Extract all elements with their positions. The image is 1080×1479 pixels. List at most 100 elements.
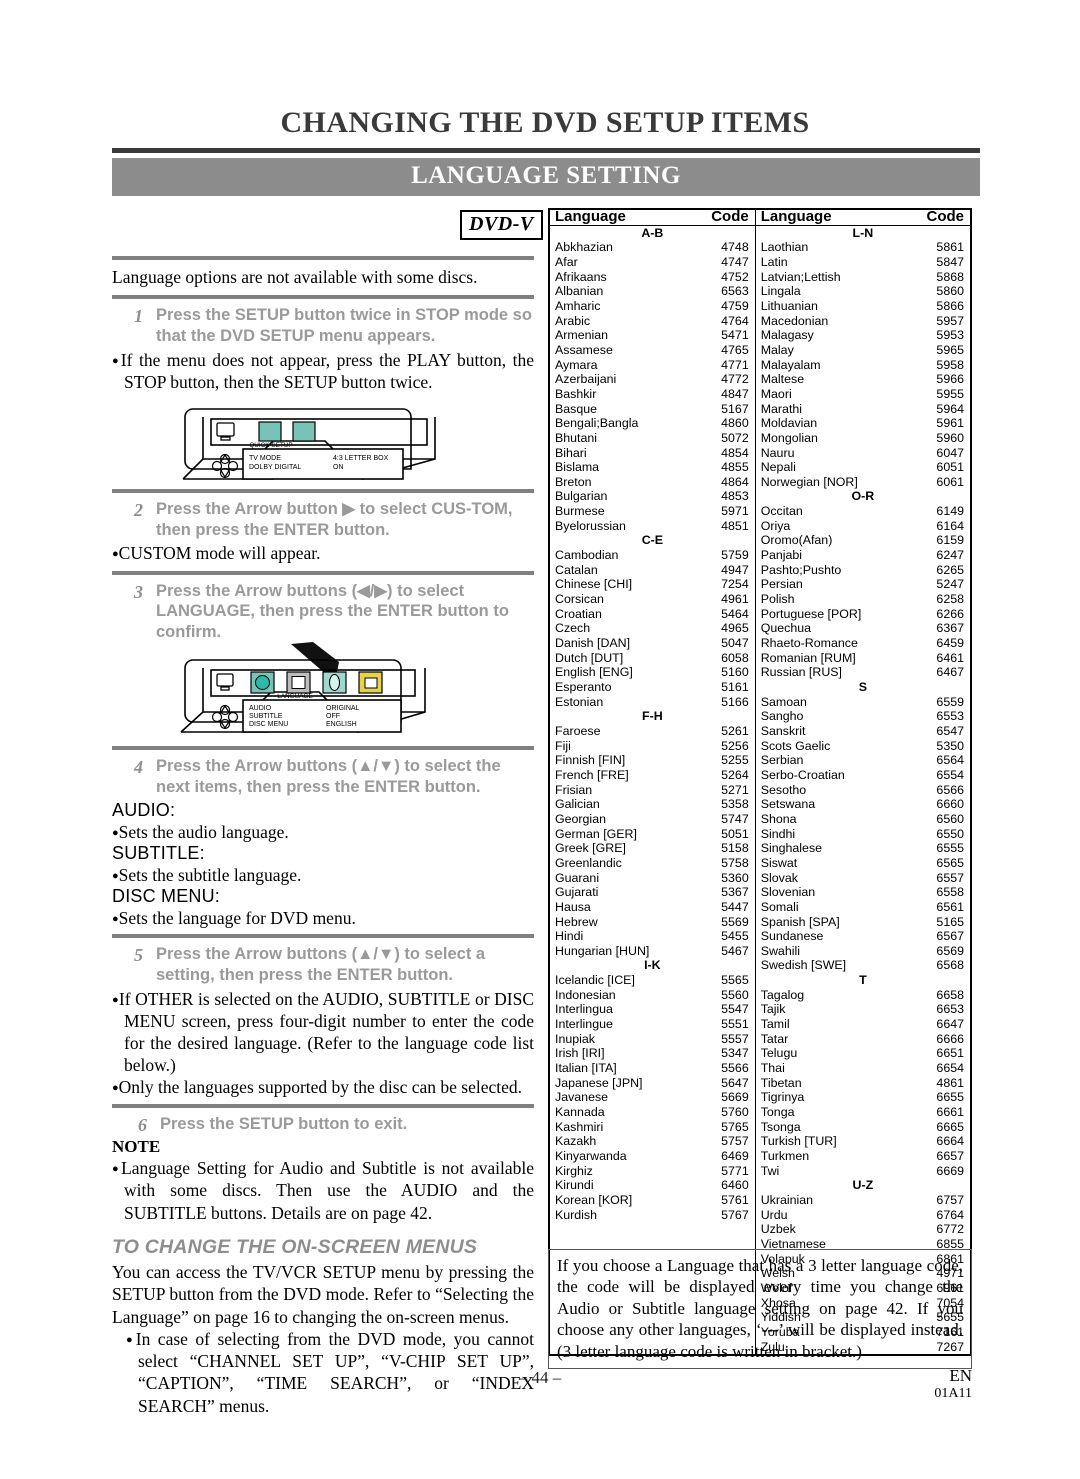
figure1-menu-tab: QUICK SETUP (249, 442, 292, 449)
step-6-text: Press the SETUP button to exit. (160, 1114, 408, 1133)
table-row: Bihari 4854 (550, 446, 755, 461)
table-row: Laothian 5861 (756, 240, 970, 255)
table-cell-language: Marathi (760, 401, 803, 416)
table-cell-code: 4752 (721, 269, 749, 284)
table-cell-language: Breton (555, 474, 592, 489)
table-cell-code: 5051 (721, 826, 749, 841)
table-cell-code: 6661 (936, 1105, 964, 1120)
table-cell-language: Galician (555, 797, 600, 812)
table-row: Malay 5965 (756, 343, 970, 358)
figure2-menu-tab: LANGUAGE (277, 693, 313, 700)
table-cell-code: 5167 (721, 401, 749, 416)
table-cell-code: 5557 (721, 1031, 749, 1046)
table-row: Finnish [FIN] 5255 (550, 753, 755, 768)
table-cell-language: Indonesian (555, 987, 616, 1002)
table-cell-language: Mongolian (760, 430, 818, 445)
table-row: Basque 5167 (550, 402, 755, 417)
note-body: Language Setting for Audio and Subtitle … (112, 1157, 534, 1224)
table-row: Guarani 5360 (550, 871, 755, 886)
table-row: Serbian 6564 (756, 753, 970, 768)
table-row: Danish [DAN] 5047 (550, 636, 755, 651)
table-group-label: U-Z (852, 1178, 874, 1193)
step-2-text: Press the Arrow button ▶ to select CUS-T… (156, 500, 513, 539)
table-row: Kinyarwanda 6469 (550, 1149, 755, 1164)
table-cell-code: 4861 (936, 1075, 964, 1090)
table-cell-language: Basque (555, 401, 598, 416)
figure1-row1-value: 4:3 LETTER BOX (333, 455, 389, 462)
table-cell-language: Amharic (555, 298, 601, 313)
table-cell-code: 5965 (936, 342, 964, 357)
table-cell-language: Aymara (555, 357, 598, 372)
table-cell-language: Turkish [TUR] (760, 1134, 837, 1149)
table-cell-code: 6665 (936, 1119, 964, 1134)
table-row: Siswat 6565 (756, 856, 970, 871)
step-4-text: Press the Arrow buttons (▲/▼) to select … (156, 757, 501, 797)
table-cell-code: 5765 (721, 1119, 749, 1134)
table-row: Greek [GRE] 5158 (550, 841, 755, 856)
table-cell-language: Assamese (555, 342, 613, 357)
table-cell-code: 6657 (936, 1149, 964, 1163)
table-cell-code: 5747 (721, 811, 749, 826)
table-group-row: L-N (756, 226, 970, 241)
table-cell-language: Sangho (760, 709, 804, 724)
table-cell-code: 6569 (936, 943, 964, 958)
table-cell-code: 5757 (721, 1134, 749, 1149)
table-cell-code: 5347 (721, 1046, 749, 1061)
table-row: Icelandic [ICE] 5565 (550, 973, 755, 988)
step-5: 5 Press the Arrow buttons (▲/▼) to selec… (112, 944, 534, 985)
table-row: Mongolian 5960 (756, 431, 970, 446)
header-language-right: Language (754, 209, 893, 226)
table-cell-code: 5868 (936, 269, 964, 284)
table-row: Latin 5847 (756, 255, 970, 270)
table-row: Sesotho 6566 (756, 783, 970, 798)
table-row: Slovenian 6558 (756, 885, 970, 900)
table-cell-language: Macedonian (760, 313, 829, 328)
table-cell-code: 5464 (721, 606, 749, 621)
table-group-row: T (756, 973, 970, 988)
figure2-row3-label: DISC MENU (249, 721, 288, 728)
table-cell-code: 5256 (721, 738, 749, 753)
table-row: Swahili 6569 (756, 944, 970, 959)
table-cell-language: Czech (555, 621, 591, 636)
table-cell-language: Hausa (555, 899, 591, 914)
table-cell-code: 5758 (721, 855, 749, 870)
table-cell-language: Romanian [RUM] (760, 650, 856, 665)
table-cell-language: Azerbaijani (555, 372, 617, 387)
table-cell-code: 6149 (936, 504, 964, 519)
table-cell-language: Sesotho (760, 782, 807, 797)
table-cell-language: Bihari (555, 445, 587, 460)
table-cell-language: Bislama (555, 460, 600, 475)
table-cell-language: Latvian;Lettish (760, 269, 841, 284)
step-1-note: If the menu does not appear, press the P… (112, 349, 534, 393)
table-cell-language: Tagalog (760, 987, 805, 1002)
table-cell-language: Afrikaans (555, 269, 607, 284)
table-cell-language: Korean [KOR] (555, 1192, 633, 1207)
table-cell-code: 5957 (936, 313, 964, 328)
table-cell-code: 6664 (936, 1134, 964, 1149)
table-cell-language: Urdu (760, 1207, 788, 1222)
table-cell-language: Irish [IRI] (555, 1046, 605, 1061)
header-code-left: Code (679, 209, 756, 226)
table-cell-language: Hebrew (555, 914, 598, 929)
table-cell-code: 5966 (936, 372, 964, 387)
table-row: Tatar 6666 (756, 1032, 970, 1047)
on-screen-menus-heading: TO CHANGE THE ON-SCREEN MENUS (112, 1235, 478, 1258)
table-cell-code: 6547 (936, 723, 964, 738)
table-cell-language: Greenlandic (555, 855, 622, 870)
table-cell-code: 6564 (936, 753, 964, 768)
table-cell-code: 4772 (721, 372, 749, 387)
table-group-row: C-E (550, 533, 755, 548)
table-cell-language: Telugu (760, 1046, 798, 1061)
table-cell-code: 6467 (936, 665, 964, 680)
table-cell-code: 5367 (721, 885, 749, 900)
table-cell-language: Estonian (555, 694, 604, 709)
table-cell-language: Hindi (555, 929, 584, 944)
table-row: Kazakh 5757 (550, 1134, 755, 1149)
table-cell-language: Javanese (555, 1090, 609, 1105)
table-row: Marathi 5964 (756, 402, 970, 417)
table-cell-code: 4764 (721, 313, 749, 328)
step-1: 1 Press the SETUP button twice in STOP m… (112, 305, 534, 346)
table-cell-language: Tonga (760, 1105, 795, 1120)
table-row: Catalan 4947 (550, 563, 755, 578)
table-cell-code: 6660 (936, 797, 964, 812)
